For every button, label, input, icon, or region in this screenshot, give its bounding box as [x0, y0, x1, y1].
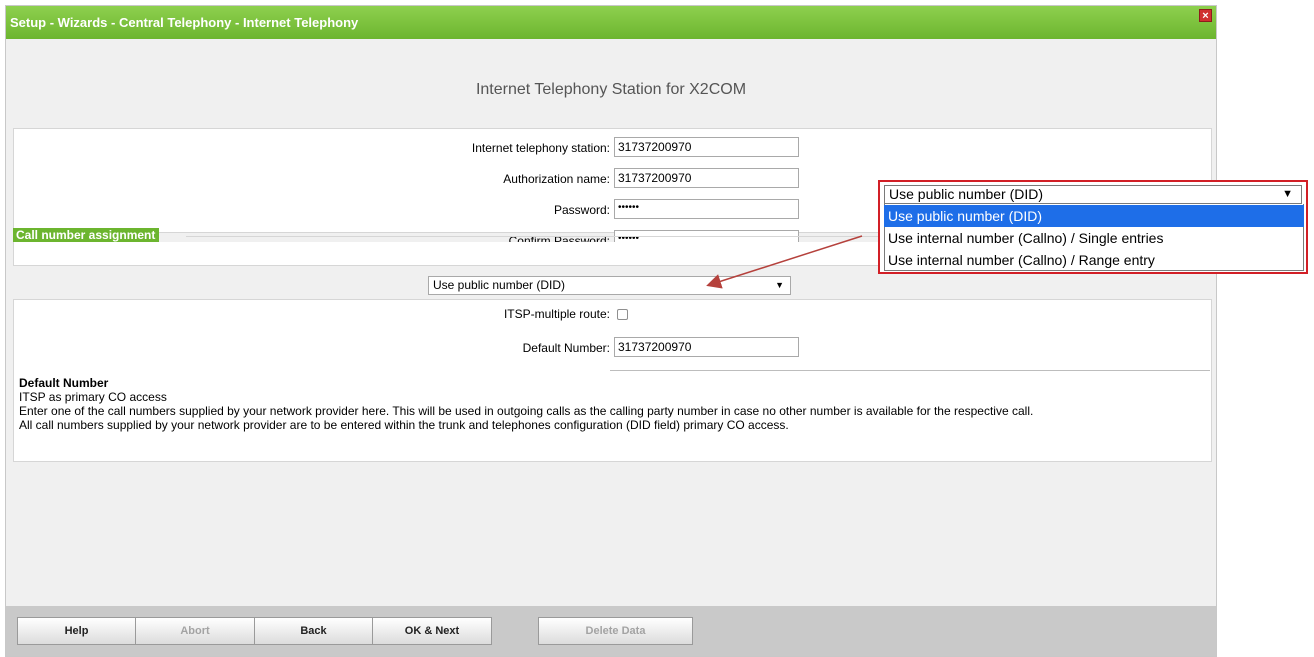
itsp-multiple-route-label: ITSP-multiple route: — [503, 307, 610, 321]
help-button[interactable]: Help — [17, 617, 136, 645]
default-number-label: Default Number: — [522, 341, 610, 355]
window-title-bar: Setup - Wizards - Central Telephony - In… — [6, 6, 1216, 39]
call-number-assignment-select[interactable]: Use public number (DID) ▼ — [428, 276, 791, 295]
ok-next-button[interactable]: OK & Next — [372, 617, 492, 645]
help-title: Default Number — [19, 376, 109, 390]
help-section: Default Number ITSP as primary CO access… — [19, 376, 1211, 432]
default-number-input[interactable]: 31737200970 — [614, 337, 799, 357]
dropdown-callout: Use public number (DID) ▼ Use public num… — [878, 180, 1308, 274]
chevron-down-icon: ▼ — [775, 280, 784, 290]
callout-option-internal-single[interactable]: Use internal number (Callno) / Single en… — [884, 227, 1304, 249]
help-line-2: Enter one of the call numbers supplied b… — [19, 404, 1034, 418]
itsp-multiple-route-checkbox[interactable] — [617, 309, 628, 320]
auth-name-label: Authorization name: — [503, 172, 610, 186]
back-button[interactable]: Back — [254, 617, 373, 645]
help-line-3: All call numbers supplied by your networ… — [19, 418, 789, 432]
callout-option-internal-range[interactable]: Use internal number (Callno) / Range ent… — [884, 249, 1304, 271]
station-label: Internet telephony station: — [471, 141, 610, 155]
delete-data-button[interactable]: Delete Data — [538, 617, 693, 645]
close-icon[interactable]: × — [1199, 9, 1212, 22]
abort-button[interactable]: Abort — [135, 617, 255, 645]
callout-option-public-did[interactable]: Use public number (DID) — [884, 205, 1304, 227]
window-title: Setup - Wizards - Central Telephony - In… — [10, 15, 359, 30]
callout-select-value: Use public number (DID) — [889, 186, 1044, 202]
wizard-window: Setup - Wizards - Central Telephony - In… — [5, 5, 1217, 657]
options-divider — [610, 370, 1210, 371]
auth-name-input[interactable]: 31737200970 — [614, 168, 799, 188]
password-label: Password: — [553, 203, 610, 217]
section-header-call-number: Call number assignment — [13, 228, 160, 242]
chevron-down-icon: ▼ — [1282, 188, 1293, 200]
password-input[interactable]: •••••• — [614, 199, 799, 219]
help-line-1: ITSP as primary CO access — [19, 390, 167, 404]
page-title: Internet Telephony Station for X2COM — [475, 81, 747, 98]
station-input[interactable]: 31737200970 — [614, 137, 799, 157]
call-number-assignment-value: Use public number (DID) — [433, 278, 566, 292]
callout-select[interactable]: Use public number (DID) ▼ — [884, 185, 1302, 204]
